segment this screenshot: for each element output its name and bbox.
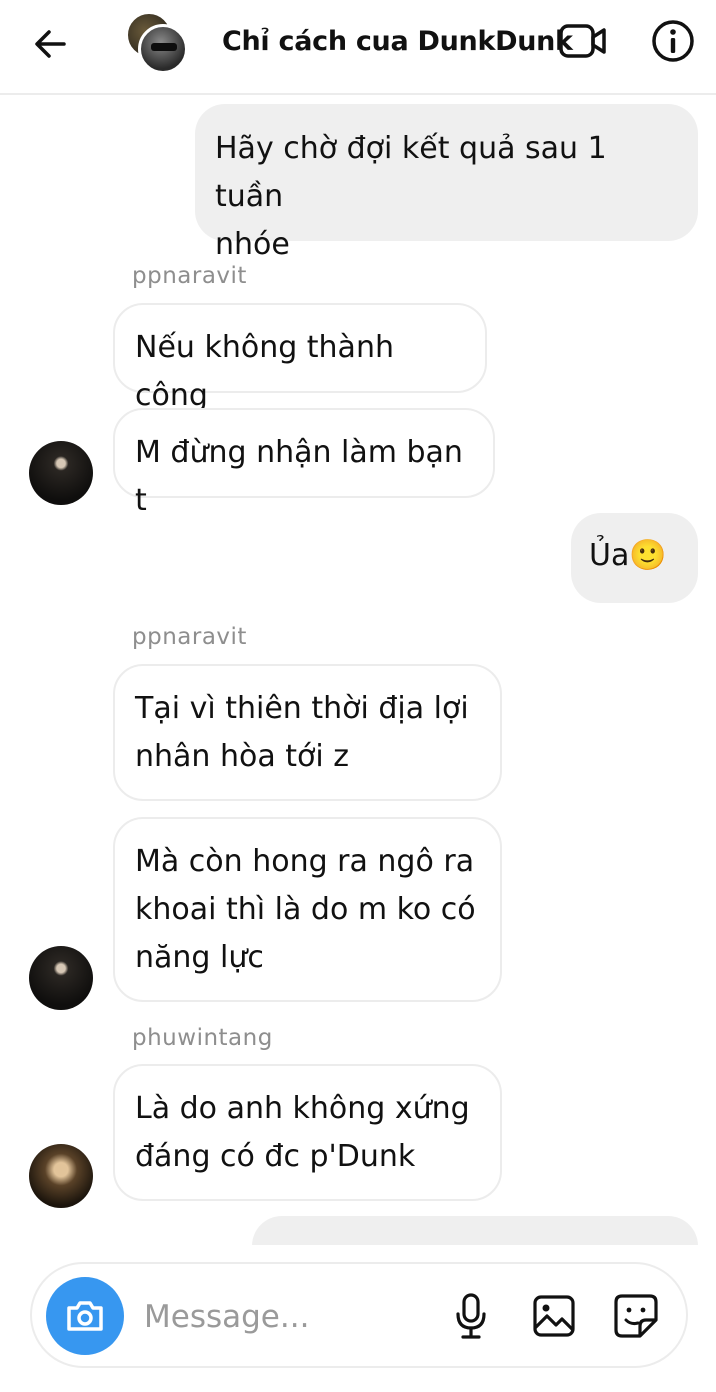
message-line: Nếu không thành công (135, 330, 394, 413)
message-line: M đừng nhận làm bạn t (135, 435, 463, 518)
message-bubble-incoming[interactable]: Nếu không thành công (113, 303, 487, 413)
info-button[interactable] (648, 16, 698, 66)
sticker-icon (614, 1294, 658, 1338)
chat-title[interactable]: Chỉ cách cua DunkDunk (222, 26, 573, 57)
message-line: Là do anh không xứng (135, 1091, 470, 1126)
message-bubble-outgoing[interactable]: Hãy chờ đợi kết quả sau 1 tuần nhóe (195, 104, 698, 262)
sender-avatar[interactable] (29, 946, 93, 1010)
back-button[interactable] (26, 20, 74, 68)
sender-name: phuwintang (132, 1025, 273, 1051)
message-line: năng lực (135, 940, 264, 975)
message-composer (30, 1262, 688, 1368)
message-bubble-incoming[interactable]: Là do anh không xứng đáng có đc p'Dunk (113, 1064, 502, 1201)
group-avatar[interactable] (122, 10, 192, 76)
message-bubble-outgoing-partial[interactable] (252, 1216, 698, 1245)
message-bubble-incoming[interactable]: Tại vì thiên thời địa lợi nhân hòa tới z (113, 664, 502, 801)
message-line: đáng có đc p'Dunk (135, 1139, 416, 1174)
info-icon (652, 20, 694, 62)
sender-avatar[interactable] (29, 441, 93, 505)
video-call-icon (559, 24, 606, 58)
microphone-button[interactable] (448, 1288, 494, 1344)
message-line: Ủa🙂 (589, 538, 667, 573)
chat-header: Chỉ cách cua DunkDunk (0, 0, 716, 95)
message-line: nhóe (215, 227, 290, 262)
message-bubble-incoming[interactable]: Mà còn hong ra ngô ra khoai thì là do m … (113, 817, 502, 1002)
microphone-icon (456, 1293, 486, 1339)
message-input[interactable] (144, 1290, 424, 1344)
gallery-button[interactable] (528, 1288, 580, 1344)
message-line: nhân hòa tới z (135, 739, 349, 774)
video-call-button[interactable] (555, 16, 611, 66)
sender-avatar[interactable] (29, 1144, 93, 1208)
back-arrow-icon (35, 30, 66, 58)
sender-name: ppnaravit (132, 263, 247, 289)
gallery-icon (533, 1295, 575, 1337)
message-line: Hãy chờ đợi kết quả sau 1 tuần (215, 131, 607, 214)
sticker-button[interactable] (610, 1288, 662, 1344)
group-avatar-front (138, 24, 188, 74)
message-bubble-incoming[interactable]: M đừng nhận làm bạn t (113, 408, 495, 518)
message-bubble-outgoing[interactable]: Ủa🙂 (571, 513, 698, 603)
camera-icon (67, 1301, 103, 1331)
message-line: Tại vì thiên thời địa lợi (135, 691, 469, 726)
camera-button[interactable] (46, 1277, 124, 1355)
message-line: khoai thì là do m ko có (135, 892, 476, 927)
sender-name: ppnaravit (132, 624, 247, 650)
message-line: Mà còn hong ra ngô ra (135, 844, 475, 879)
message-list[interactable]: Hãy chờ đợi kết quả sau 1 tuần nhóe ppna… (0, 97, 716, 1245)
